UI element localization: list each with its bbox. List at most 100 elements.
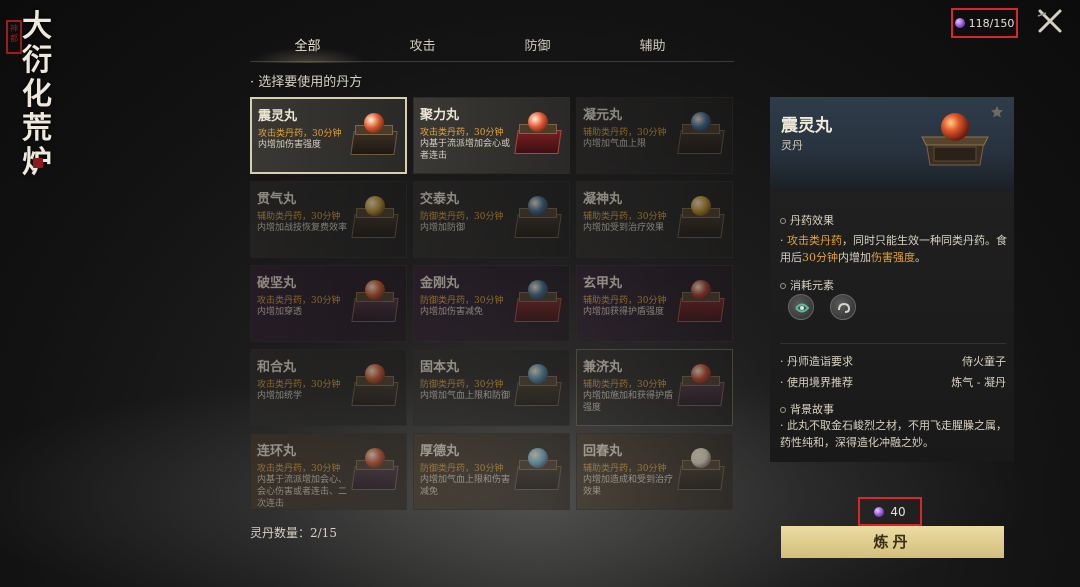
- recipe-card[interactable]: 兼济丸 辅助类丹药，30分钟 内增加施加和获得护盾强度: [576, 349, 733, 426]
- pill-icon: [691, 448, 711, 468]
- refine-button[interactable]: 炼丹: [781, 526, 1004, 558]
- section-title: · 选择要使用的丹方: [250, 75, 363, 90]
- logo-char: 大: [22, 9, 52, 44]
- close-button[interactable]: [1036, 8, 1064, 34]
- recipe-name: 凝神丸: [583, 192, 623, 207]
- tab-support[interactable]: 辅助: [595, 36, 710, 61]
- pill-box-image: [676, 194, 726, 242]
- recipe-type: 攻击类丹药，30分钟: [257, 464, 341, 474]
- recipe-type: 防御类丹药，30分钟: [420, 380, 504, 390]
- pill-box-image: [676, 446, 726, 494]
- logo-char: 衍: [22, 43, 52, 78]
- recipe-description: 内增加气血上限和伤害减免: [420, 475, 511, 497]
- recipe-name: 固本丸: [420, 360, 460, 375]
- recipe-description: 内增加伤害减免: [420, 307, 484, 317]
- story-label: 背景故事: [780, 401, 834, 417]
- recipe-name: 聚力丸: [420, 108, 460, 123]
- cost-value: 40: [890, 504, 906, 519]
- pill-box-image: [349, 111, 399, 159]
- tab-all[interactable]: 全部: [250, 36, 365, 63]
- recipe-card[interactable]: 厚德丸 防御类丹药，30分钟 内增加气血上限和伤害减免: [413, 433, 570, 510]
- recipe-card[interactable]: 和合丸攻击类丹药，30分钟 内增加统学: [250, 349, 407, 426]
- pill-icon: [365, 448, 385, 468]
- recipe-card[interactable]: 聚力丸 攻击类丹药，30分钟 内基于流派增加会心或者连击: [413, 97, 570, 174]
- category-tabs: 全部 攻击 防御 辅助: [250, 36, 734, 63]
- recipe-description: 内增加气血上限和防御: [420, 391, 511, 401]
- pill-box-image: [513, 110, 563, 158]
- recipe-name: 玄甲丸: [583, 276, 623, 291]
- detail-title: 震灵丸: [781, 116, 832, 136]
- recipe-name: 连环丸: [257, 444, 297, 459]
- recipe-description: 内增加施加和获得护盾强度: [583, 391, 674, 413]
- recipe-card[interactable]: 贯气丸 辅助类丹药，30分钟 内增加战技恢复费效率: [250, 181, 407, 258]
- close-icon: [1037, 9, 1062, 33]
- recipe-type: 辅助类丹药，30分钟: [583, 296, 667, 306]
- recipe-card[interactable]: 震灵丸攻击类丹药，30分钟 内增加伤害强度: [250, 97, 407, 174]
- logo-char: 化: [22, 77, 52, 112]
- pill-icon: [528, 448, 548, 468]
- recipe-name: 震灵丸: [258, 109, 298, 124]
- recipe-description: 内增加伤害强度: [258, 140, 322, 150]
- pill-icon: [691, 112, 711, 132]
- element-cloud-icon[interactable]: [830, 294, 856, 320]
- recipe-name: 兼济丸: [583, 360, 623, 375]
- recipe-name: 厚德丸: [420, 444, 460, 459]
- recipe-type: 辅助类丹药，30分钟: [257, 212, 341, 222]
- currency-display: 118/150: [951, 8, 1018, 38]
- tab-attack[interactable]: 攻击: [365, 36, 480, 61]
- pill-icon: [365, 196, 385, 216]
- pill-icon: [691, 196, 711, 216]
- pill-icon: [365, 364, 385, 384]
- recipe-type: 攻击类丹药，30分钟: [258, 129, 342, 139]
- recipe-card[interactable]: 玄甲丸辅助类丹药，30分钟 内增加获得护盾强度: [576, 265, 733, 342]
- recipe-card[interactable]: 回春丸 辅助类丹药，30分钟 内增加造成和受到治疗效果: [576, 433, 733, 510]
- story-text: · 此丸不取金石峻烈之材，不用飞走腥臊之属，药性纯和，深得造化冲融之妙。: [780, 419, 1007, 449]
- recipe-card[interactable]: 凝元丸 辅助类丹药，30分钟 内增加气血上限: [576, 97, 733, 174]
- elements-label: 消耗元素: [780, 277, 834, 293]
- recipe-description: 内增加统学: [257, 391, 303, 401]
- recipe-card[interactable]: 连环丸 攻击类丹药，30分钟 内基于流派增加会心、会心伤害或者连击、二次连击: [250, 433, 407, 510]
- recipe-card[interactable]: 金刚丸 防御类丹药，30分钟 内增加伤害减免: [413, 265, 570, 342]
- recipe-card[interactable]: 凝神丸 辅助类丹药，30分钟 内增加受到治疗效果: [576, 181, 733, 258]
- requirement-label: · 丹师造诣要求: [780, 355, 853, 368]
- recipe-type: 攻击类丹药，30分钟: [420, 128, 504, 138]
- favorite-star-icon[interactable]: [990, 105, 1004, 119]
- recipe-name: 和合丸: [257, 360, 297, 375]
- recipe-grid: 震灵丸 攻击类丹药，30分钟 内增加伤害强度 聚力丸 攻击类丹药，30分钟 内基于流派增加…: [250, 97, 734, 510]
- pill-box-image: [513, 194, 563, 242]
- logo-title: 大衍化荒炉: [22, 10, 56, 180]
- pill-icon: [528, 196, 548, 216]
- pill-box-image: [676, 278, 726, 326]
- logo-seal-mark: [33, 158, 43, 168]
- recipe-card[interactable]: 固本丸防御类丹药，30分钟 内增加气血上限和防御: [413, 349, 570, 426]
- refine-cost: 40: [858, 497, 922, 526]
- recipe-card[interactable]: 交泰丸 防御类丹药，30分钟 内增加防御: [413, 181, 570, 258]
- pill-box-image: [676, 110, 726, 158]
- requirement-row: · 丹师造诣要求 侍火童子: [780, 353, 1006, 369]
- element-wind-icon[interactable]: [788, 294, 814, 320]
- pill-icon: [691, 364, 711, 384]
- recipe-type: 攻击类丹药，30分钟: [257, 380, 341, 390]
- recipe-description: 内增加造成和受到治疗效果: [583, 475, 674, 497]
- recipe-description: 内增加穿透: [257, 307, 303, 317]
- effect-text: · 攻击类丹药，同时只能生效一种同类丹药。食用后30分钟内增加伤害强度。: [780, 234, 1007, 264]
- detail-header: 震灵丸 灵丹: [770, 97, 1014, 192]
- logo-seal: 神都: [6, 20, 22, 54]
- pill-box-image: [350, 362, 400, 410]
- tab-defense[interactable]: 防御: [480, 36, 595, 61]
- currency-value: 118/150: [968, 16, 1015, 30]
- recipe-type: 攻击类丹药，30分钟: [257, 296, 341, 306]
- recipe-description: 内增加受到治疗效果: [583, 223, 665, 233]
- pill-box-image: [513, 362, 563, 410]
- pill-count: 灵丹数量：2/15: [250, 526, 337, 540]
- gem-icon: [954, 18, 965, 28]
- pill-icon: [691, 280, 711, 300]
- logo-char: 荒: [22, 111, 52, 146]
- recipe-card[interactable]: 破坚丸 攻击类丹药，30分钟 内增加穿透: [250, 265, 407, 342]
- pill-box-image: [350, 194, 400, 242]
- detail-pill-image: [920, 107, 990, 171]
- recipe-description: 内增加获得护盾强度: [583, 307, 665, 317]
- recipe-description: 内增加防御: [420, 223, 466, 233]
- detail-category: 灵丹: [781, 139, 803, 152]
- pill-box-image: [350, 278, 400, 326]
